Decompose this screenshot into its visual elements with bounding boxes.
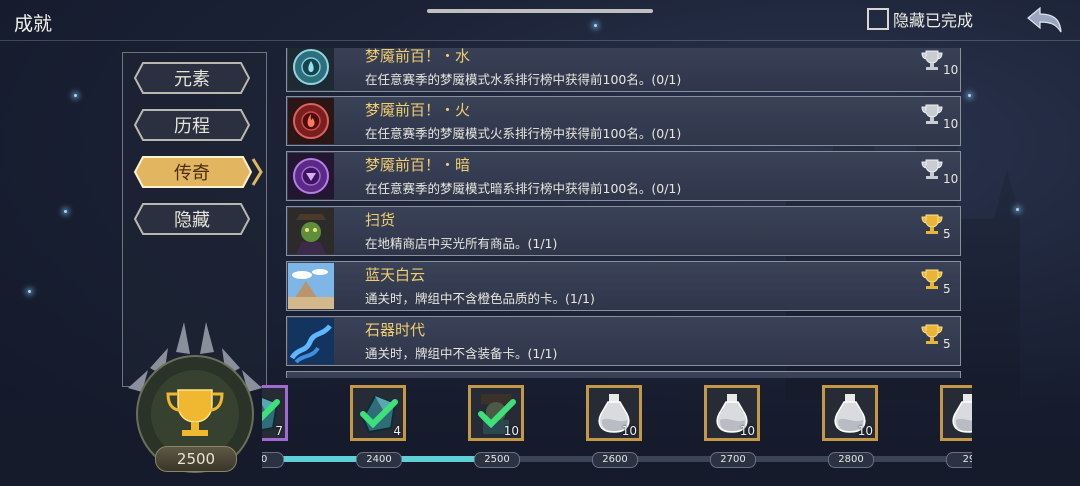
reward-count: 10 bbox=[621, 424, 637, 438]
progress-tick-label: 2700 bbox=[710, 452, 756, 468]
potion-bottle-icon bbox=[952, 394, 972, 433]
progress-tick-label: 2400 bbox=[356, 452, 402, 468]
drag-handle[interactable] bbox=[427, 9, 653, 13]
water-medal-icon bbox=[288, 48, 334, 90]
achievement-points: 10 bbox=[943, 172, 959, 186]
gold-trophy-icon bbox=[921, 269, 943, 289]
category-tab-elements[interactable]: 元素 bbox=[133, 61, 251, 95]
stone-age-icon bbox=[288, 318, 334, 364]
fire-medal-icon bbox=[288, 98, 334, 144]
goblin-merchant-icon bbox=[288, 208, 334, 254]
achievement-list[interactable]: 梦魇前百！・水 在任意赛季的梦魇模式水系排行榜中获得前100名。(0/1) 10… bbox=[286, 48, 962, 378]
reward-slot[interactable]: 10 bbox=[704, 385, 760, 441]
reward-slot[interactable]: 7 bbox=[262, 385, 288, 441]
gold-trophy-icon bbox=[921, 214, 943, 234]
achievement-description: 通关时，牌组中不含橙色品质的卡。(1/1) bbox=[365, 291, 595, 306]
reward-slot[interactable]: 10 bbox=[586, 385, 642, 441]
achievement-description: 在地精商店中买光所有商品。(1/1) bbox=[365, 236, 558, 251]
silver-trophy-icon bbox=[921, 159, 943, 179]
achievement-title: 梦魇前百！・水 bbox=[365, 48, 471, 65]
category-label: 元素 bbox=[174, 69, 210, 90]
star bbox=[968, 94, 971, 97]
achievement-title: 梦魇前百！・火 bbox=[365, 101, 471, 119]
achievement-row[interactable]: 石器时代 通关时，牌组中不含装备卡。(1/1) 5 bbox=[286, 316, 961, 366]
back-button[interactable] bbox=[1024, 6, 1064, 36]
top-bar: 成就 隐藏已完成 bbox=[0, 0, 1080, 41]
hide-completed-checkbox[interactable] bbox=[867, 8, 889, 30]
reward-count: 10 bbox=[739, 424, 755, 438]
hide-completed-label: 隐藏已完成 bbox=[893, 11, 974, 30]
achievement-points: 5 bbox=[943, 337, 951, 351]
progress-tick-label: 29 bbox=[946, 452, 972, 468]
back-arrow-icon bbox=[1027, 6, 1062, 33]
achievement-points: 10 bbox=[943, 63, 959, 77]
reward-track[interactable]: 7 4 10 10 10 10 00 2400 2500 2600 2700 2800 29 bbox=[262, 380, 972, 486]
category-tab-history[interactable]: 历程 bbox=[133, 108, 251, 142]
achievement-row[interactable]: 梦魇前百！・火 在任意赛季的梦魇模式火系排行榜中获得前100名。(0/1) 10 bbox=[286, 96, 961, 146]
achievement-points: 5 bbox=[943, 227, 951, 241]
reward-slot[interactable]: 10 bbox=[468, 385, 524, 441]
category-tab-legend[interactable]: 传奇 bbox=[133, 155, 263, 189]
category-label: 隐藏 bbox=[174, 210, 210, 231]
gold-trophy-icon bbox=[921, 324, 943, 344]
star bbox=[64, 210, 67, 213]
star bbox=[1016, 208, 1019, 211]
achievement-points: 5 bbox=[943, 282, 951, 296]
reward-count: 7 bbox=[275, 424, 283, 438]
achievement-title: 石器时代 bbox=[365, 321, 426, 339]
achievement-title: 蓝天白云 bbox=[365, 266, 426, 284]
category-label: 传奇 bbox=[174, 163, 210, 184]
silver-trophy-icon bbox=[921, 104, 943, 124]
achievement-row[interactable]: 梦魇前百！・暗 在任意赛季的梦魇模式暗系排行榜中获得前100名。(0/1) 10 bbox=[286, 151, 961, 201]
achievement-row[interactable]: 扫货 在地精商店中买光所有商品。(1/1) 5 bbox=[286, 206, 961, 256]
reward-slot[interactable]: 4 bbox=[350, 385, 406, 441]
hide-completed-toggle[interactable]: 隐藏已完成 bbox=[867, 6, 973, 32]
achievement-description: 在任意赛季的梦魇模式火系排行榜中获得前100名。(0/1) bbox=[365, 126, 682, 141]
reward-count: 10 bbox=[503, 424, 519, 438]
reward-slot[interactable] bbox=[940, 385, 972, 441]
reward-slot[interactable]: 10 bbox=[822, 385, 878, 441]
progress-tick-label: 2500 bbox=[474, 452, 520, 468]
page-title: 成就 bbox=[14, 13, 53, 35]
achievement-title: 扫货 bbox=[365, 211, 396, 229]
desert-sky-icon bbox=[288, 263, 334, 309]
achievement-description: 在任意赛季的梦魇模式暗系排行榜中获得前100名。(0/1) bbox=[365, 181, 682, 196]
progress-tick-label: 00 bbox=[262, 452, 284, 468]
category-tab-hidden[interactable]: 隐藏 bbox=[133, 202, 251, 236]
achievement-row[interactable]: 蓝天白云 通关时，牌组中不含橙色品质的卡。(1/1) 5 bbox=[286, 261, 961, 311]
star bbox=[74, 94, 77, 97]
progress-tick-label: 2600 bbox=[592, 452, 638, 468]
progress-tick-label: 2800 bbox=[828, 452, 874, 468]
dark-medal-icon bbox=[288, 153, 334, 199]
achievement-row[interactable]: 梦魇前百！・水 在任意赛季的梦魇模式水系排行榜中获得前100名。(0/1) 10 bbox=[286, 48, 961, 92]
achievement-description: 通关时，牌组中不含装备卡。(1/1) bbox=[365, 346, 558, 361]
star bbox=[28, 290, 31, 293]
achievement-title: 梦魇前百！・暗 bbox=[365, 156, 471, 174]
reward-count: 10 bbox=[857, 424, 873, 438]
silver-trophy-icon bbox=[921, 50, 943, 70]
reward-count: 4 bbox=[393, 424, 401, 438]
achievement-description: 在任意赛季的梦魇模式水系排行榜中获得前100名。(0/1) bbox=[365, 72, 682, 87]
achievement-row-partial[interactable] bbox=[286, 371, 961, 378]
category-label: 历程 bbox=[174, 116, 210, 137]
achievement-points: 10 bbox=[943, 117, 959, 131]
total-score: 2500 bbox=[155, 446, 237, 472]
